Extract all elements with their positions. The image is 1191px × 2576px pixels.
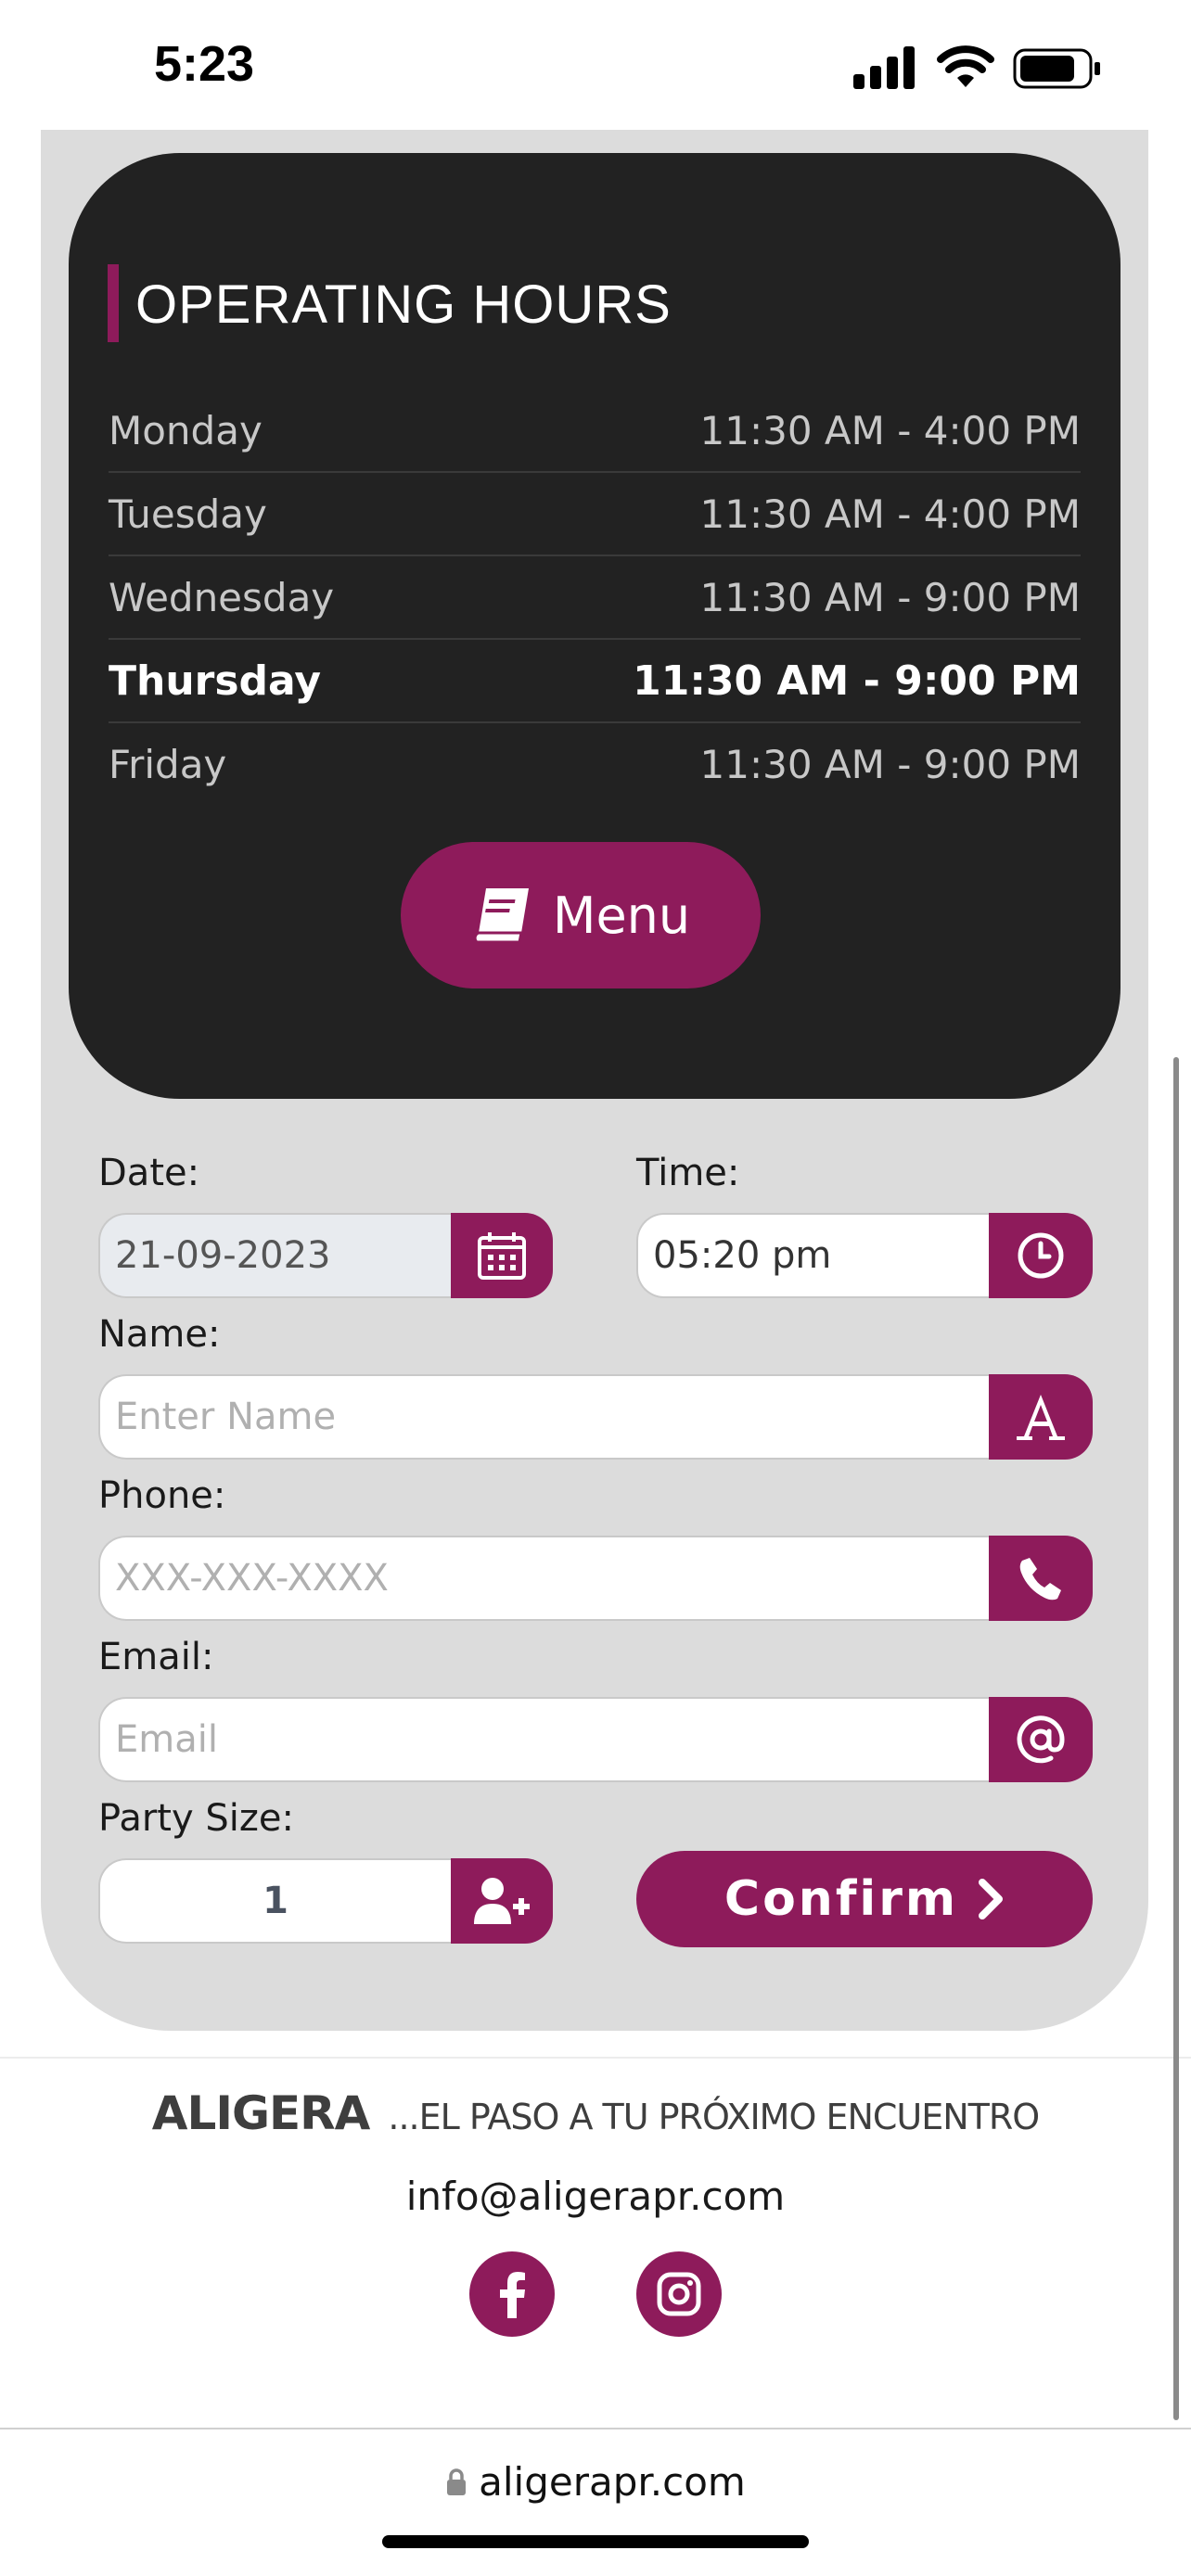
time-field[interactable]: 05:20 pm xyxy=(636,1213,989,1298)
calendar-button[interactable] xyxy=(451,1213,553,1298)
clock-button[interactable] xyxy=(989,1213,1093,1298)
wifi-icon xyxy=(937,45,994,87)
brand-logo: ALIGERA xyxy=(151,2086,371,2140)
facebook-icon xyxy=(500,2272,525,2318)
menu-button-label: Menu xyxy=(552,886,691,945)
at-sign-icon xyxy=(1017,1715,1065,1764)
date-label: Date: xyxy=(98,1152,200,1194)
home-indicator xyxy=(382,2535,809,2548)
day-label: Tuesday xyxy=(109,491,267,537)
email-placeholder: Email xyxy=(115,1718,218,1761)
hours-row-monday: Monday 11:30 AM - 4:00 PM xyxy=(109,389,1081,473)
hours-row-thursday: Thursday 11:30 AM - 9:00 PM xyxy=(109,640,1081,723)
brand-line: ALIGERA ...EL PASO A TU PRÓXIMO ENCUENTR… xyxy=(0,2086,1191,2140)
time-label: Time: xyxy=(636,1152,740,1194)
phone-label: Phone: xyxy=(98,1474,226,1517)
email-addon xyxy=(989,1697,1093,1782)
hours-value: 11:30 AM - 9:00 PM xyxy=(699,742,1081,787)
battery-icon xyxy=(1013,48,1100,89)
email-input[interactable]: Email xyxy=(98,1697,989,1782)
font-icon xyxy=(1017,1395,1065,1440)
url-display[interactable]: aligerapr.com xyxy=(0,2459,1191,2505)
hours-row-wednesday: Wednesday 11:30 AM - 9:00 PM xyxy=(109,556,1081,640)
book-icon xyxy=(473,888,529,944)
party-size-label: Party Size: xyxy=(98,1797,294,1840)
calendar-icon xyxy=(478,1232,526,1280)
day-label: Friday xyxy=(109,742,227,787)
hours-row-friday: Friday 11:30 AM - 9:00 PM xyxy=(109,723,1081,807)
name-placeholder: Enter Name xyxy=(115,1396,337,1438)
time-value: 05:20 pm xyxy=(653,1234,832,1277)
phone-addon xyxy=(989,1536,1093,1621)
party-size-value: 1 xyxy=(263,1880,288,1922)
day-label: Monday xyxy=(109,408,263,453)
lock-icon xyxy=(447,2468,467,2495)
brand-tagline: ...EL PASO A TU PRÓXIMO ENCUENTRO xyxy=(388,2097,1040,2137)
operating-hours-title: OPERATING HOURS xyxy=(135,274,672,335)
page-scrollbar[interactable] xyxy=(1173,1057,1179,2420)
day-label: Wednesday xyxy=(109,575,335,620)
name-label: Name: xyxy=(98,1313,221,1356)
name-addon xyxy=(989,1374,1093,1460)
hours-value: 11:30 AM - 9:00 PM xyxy=(633,657,1081,705)
phone-placeholder: XXX-XXX-XXXX xyxy=(115,1557,389,1600)
hours-value: 11:30 AM - 4:00 PM xyxy=(699,408,1081,453)
phone-input[interactable]: XXX-XXX-XXXX xyxy=(98,1536,989,1621)
day-label: Thursday xyxy=(109,657,322,705)
footer-divider xyxy=(0,2057,1191,2059)
title-accent-bar xyxy=(108,264,119,342)
phone-icon xyxy=(1019,1558,1061,1600)
party-size-input[interactable]: 1 xyxy=(98,1858,451,1944)
contact-email[interactable]: info@aligerapr.com xyxy=(0,2174,1191,2219)
add-guest-button[interactable] xyxy=(451,1858,553,1944)
hours-value: 11:30 AM - 9:00 PM xyxy=(699,575,1081,620)
name-input[interactable]: Enter Name xyxy=(98,1374,989,1460)
date-field[interactable]: 21-09-2023 xyxy=(98,1213,451,1298)
email-label: Email: xyxy=(98,1636,214,1678)
chevron-right-icon xyxy=(979,1879,1004,1919)
cellular-signal-icon xyxy=(853,46,915,89)
date-value: 21-09-2023 xyxy=(115,1234,331,1277)
clock-icon xyxy=(1018,1232,1064,1279)
confirm-button[interactable]: Confirm xyxy=(636,1851,1093,1947)
menu-button[interactable]: Menu xyxy=(401,842,761,988)
instagram-link[interactable] xyxy=(636,2251,722,2337)
user-plus-icon xyxy=(474,1878,530,1924)
hours-row-tuesday: Tuesday 11:30 AM - 4:00 PM xyxy=(109,473,1081,556)
status-time: 5:23 xyxy=(154,36,255,92)
status-bar: 5:23 xyxy=(0,0,1191,130)
url-text: aligerapr.com xyxy=(479,2459,746,2505)
hours-value: 11:30 AM - 4:00 PM xyxy=(699,491,1081,537)
instagram-icon xyxy=(657,2272,701,2316)
confirm-button-label: Confirm xyxy=(724,1871,959,1927)
facebook-link[interactable] xyxy=(469,2251,555,2337)
